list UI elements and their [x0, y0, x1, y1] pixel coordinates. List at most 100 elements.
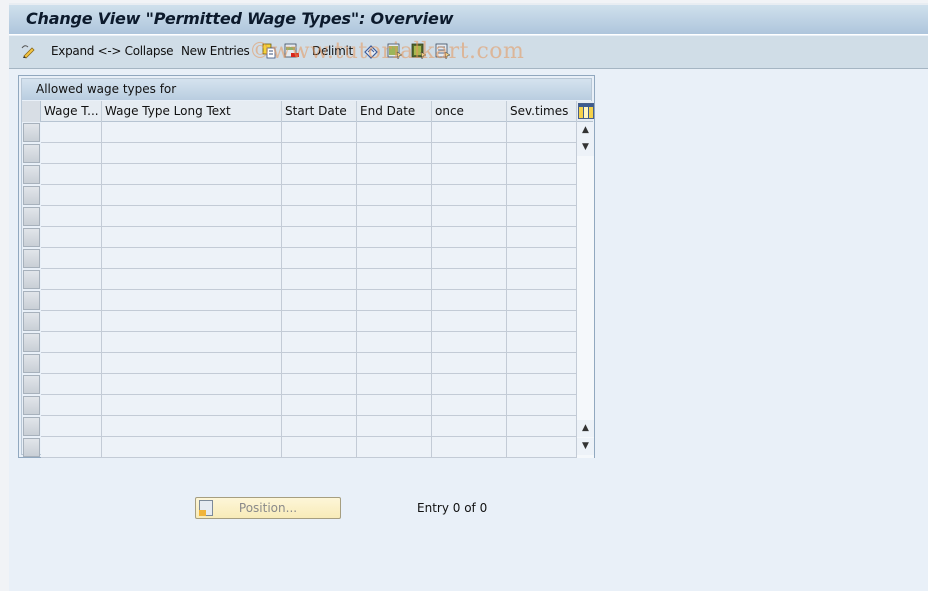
- table-cell[interactable]: [102, 437, 282, 458]
- new-entries-button[interactable]: New Entries: [181, 44, 250, 58]
- table-cell[interactable]: [357, 437, 432, 458]
- row-selector[interactable]: [23, 228, 40, 247]
- row-selector[interactable]: [23, 438, 40, 457]
- table-cell[interactable]: [282, 353, 357, 374]
- row-selector[interactable]: [23, 249, 40, 268]
- table-cell[interactable]: [357, 122, 432, 143]
- table-cell[interactable]: [507, 437, 577, 458]
- table-cell[interactable]: [282, 269, 357, 290]
- table-cell[interactable]: [41, 311, 102, 332]
- delete-icon[interactable]: [284, 43, 300, 59]
- table-cell[interactable]: [432, 122, 507, 143]
- table-cell[interactable]: [41, 332, 102, 353]
- vertical-scrollbar[interactable]: ▲ ▼ ▲ ▼: [577, 122, 594, 458]
- table-cell[interactable]: [41, 416, 102, 437]
- table-cell[interactable]: [507, 374, 577, 395]
- position-button[interactable]: Position...: [195, 497, 341, 519]
- table-cell[interactable]: [282, 395, 357, 416]
- table-cell[interactable]: [432, 311, 507, 332]
- table-cell[interactable]: [102, 395, 282, 416]
- table-cell[interactable]: [102, 164, 282, 185]
- table-cell[interactable]: [357, 248, 432, 269]
- table-cell[interactable]: [432, 248, 507, 269]
- table-cell[interactable]: [41, 269, 102, 290]
- table-cell[interactable]: [507, 416, 577, 437]
- scroll-up-icon[interactable]: ▲: [577, 122, 594, 139]
- table-cell[interactable]: [432, 227, 507, 248]
- column-header-once[interactable]: once: [432, 101, 507, 122]
- table-cell[interactable]: [282, 185, 357, 206]
- deselect-all-icon[interactable]: [435, 43, 451, 59]
- table-cell[interactable]: [41, 227, 102, 248]
- table-cell[interactable]: [507, 353, 577, 374]
- row-selector[interactable]: [23, 396, 40, 415]
- table-cell[interactable]: [102, 122, 282, 143]
- table-cell[interactable]: [282, 311, 357, 332]
- table-cell[interactable]: [282, 374, 357, 395]
- table-cell[interactable]: [102, 416, 282, 437]
- column-header-wage-type[interactable]: Wage T...: [41, 101, 102, 122]
- table-cell[interactable]: [102, 185, 282, 206]
- table-cell[interactable]: [507, 311, 577, 332]
- table-cell[interactable]: [357, 164, 432, 185]
- table-cell[interactable]: [507, 290, 577, 311]
- table-cell[interactable]: [432, 185, 507, 206]
- table-cell[interactable]: [102, 269, 282, 290]
- table-cell[interactable]: [282, 227, 357, 248]
- table-cell[interactable]: [102, 311, 282, 332]
- row-selector[interactable]: [23, 144, 40, 163]
- row-selector[interactable]: [23, 375, 40, 394]
- table-cell[interactable]: [432, 437, 507, 458]
- table-settings-icon[interactable]: [578, 103, 594, 119]
- undo-change-icon[interactable]: [363, 43, 379, 59]
- table-cell[interactable]: [41, 122, 102, 143]
- table-cell[interactable]: [357, 143, 432, 164]
- table-cell[interactable]: [357, 269, 432, 290]
- table-cell[interactable]: [282, 143, 357, 164]
- table-cell[interactable]: [432, 143, 507, 164]
- table-cell[interactable]: [41, 290, 102, 311]
- table-cell[interactable]: [432, 206, 507, 227]
- delimit-button[interactable]: Delimit: [312, 44, 353, 58]
- table-cell[interactable]: [507, 143, 577, 164]
- table-cell[interactable]: [432, 290, 507, 311]
- column-header-sev-times[interactable]: Sev.times: [507, 101, 577, 122]
- table-cell[interactable]: [282, 122, 357, 143]
- table-cell[interactable]: [41, 395, 102, 416]
- select-all-rows-button[interactable]: [22, 101, 41, 122]
- table-cell[interactable]: [282, 164, 357, 185]
- row-selector[interactable]: [23, 291, 40, 310]
- table-cell[interactable]: [102, 227, 282, 248]
- row-selector[interactable]: [23, 186, 40, 205]
- table-cell[interactable]: [282, 332, 357, 353]
- table-cell[interactable]: [507, 332, 577, 353]
- column-header-long-text[interactable]: Wage Type Long Text: [102, 101, 282, 122]
- table-cell[interactable]: [41, 248, 102, 269]
- table-cell[interactable]: [507, 206, 577, 227]
- scroll-page-up-icon[interactable]: ▲: [577, 420, 594, 437]
- select-all-icon[interactable]: [387, 43, 403, 59]
- table-cell[interactable]: [357, 311, 432, 332]
- row-selector[interactable]: [23, 417, 40, 436]
- table-cell[interactable]: [282, 206, 357, 227]
- table-cell[interactable]: [432, 164, 507, 185]
- table-cell[interactable]: [357, 227, 432, 248]
- table-cell[interactable]: [357, 332, 432, 353]
- table-cell[interactable]: [507, 395, 577, 416]
- table-cell[interactable]: [282, 248, 357, 269]
- table-cell[interactable]: [41, 353, 102, 374]
- row-selector[interactable]: [23, 333, 40, 352]
- copy-as-icon[interactable]: [261, 43, 277, 59]
- table-cell[interactable]: [432, 395, 507, 416]
- table-cell[interactable]: [507, 269, 577, 290]
- table-cell[interactable]: [41, 374, 102, 395]
- table-cell[interactable]: [357, 374, 432, 395]
- table-cell[interactable]: [507, 248, 577, 269]
- table-cell[interactable]: [432, 374, 507, 395]
- table-cell[interactable]: [507, 122, 577, 143]
- table-cell[interactable]: [102, 290, 282, 311]
- table-cell[interactable]: [357, 395, 432, 416]
- row-selector[interactable]: [23, 165, 40, 184]
- table-cell[interactable]: [102, 353, 282, 374]
- expand-collapse-button[interactable]: Expand <-> Collapse: [51, 44, 174, 58]
